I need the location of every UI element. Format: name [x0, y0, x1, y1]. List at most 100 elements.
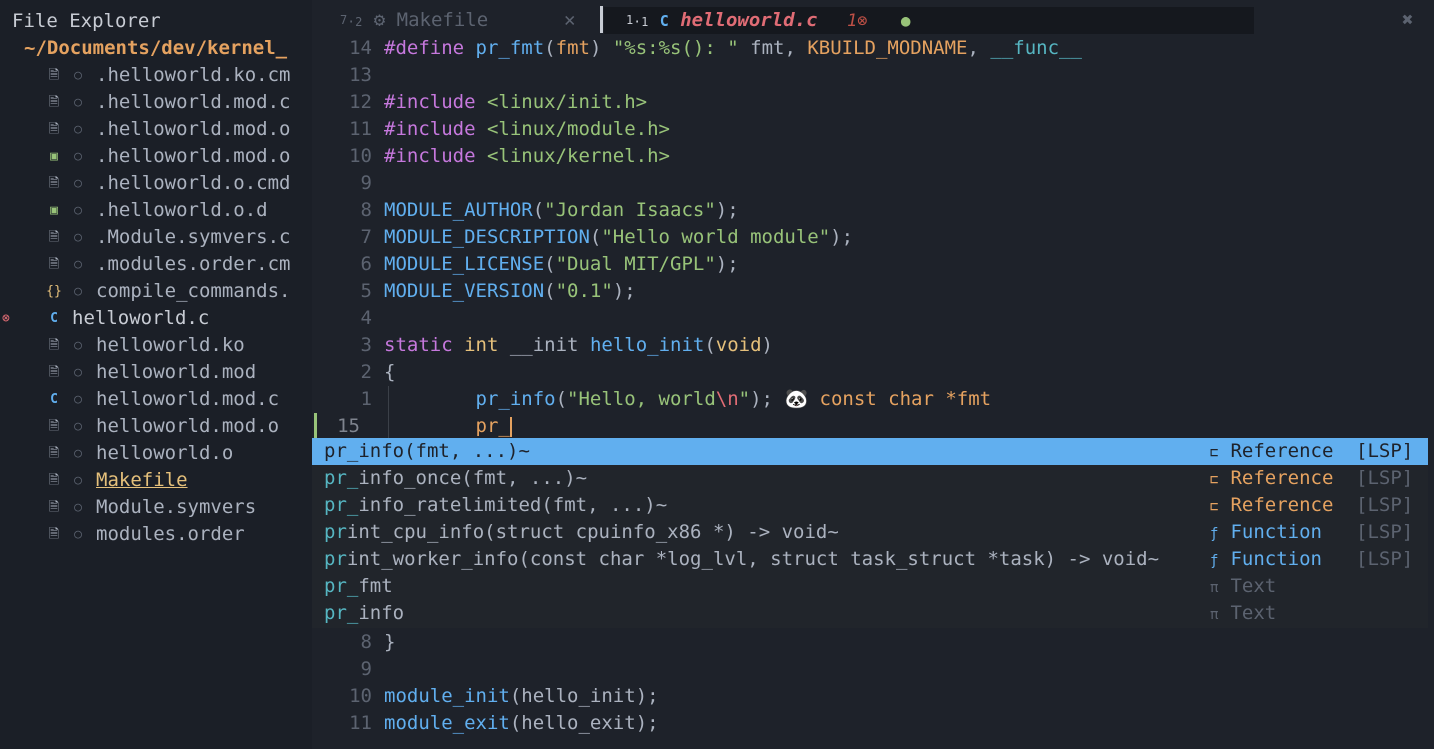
error-count-badge: 1⊗: [846, 11, 868, 31]
tab-makefile[interactable]: 7·2 ⚙ Makefile ✕: [340, 7, 610, 34]
c-file-icon: C: [659, 12, 669, 30]
sidebar-item-label: .Module.symvers.c: [96, 226, 291, 248]
sidebar-item-label: helloworld.mod.c: [96, 388, 280, 410]
completion-item[interactable]: pr_info(fmt, ...)~ ⊏ Reference [LSP]: [312, 438, 1428, 465]
sidebar-item-label: .modules.order.cm: [96, 253, 291, 275]
completion-rest: info_once(fmt, ...)~: [358, 467, 588, 489]
line-number: 11: [349, 712, 372, 734]
sidebar-root-folder[interactable]: ~/Documents/dev/kernel_: [24, 35, 287, 62]
completion-match: pr_: [324, 440, 359, 462]
line-number: 9: [360, 172, 372, 194]
completion-kind-label: Reference: [1230, 494, 1334, 516]
git-status-icon: ○: [74, 365, 82, 380]
git-status-icon: ○: [74, 95, 82, 110]
sidebar-item-label: helloworld.ko: [96, 334, 245, 356]
sidebar-item[interactable]: 🗎 ○ .helloworld.ko.cm: [0, 62, 312, 89]
sidebar-item[interactable]: 🗎 ○ .Module.symvers.c: [0, 224, 312, 251]
sidebar-item-label: Module.symvers: [96, 496, 257, 518]
tab-bar: 7·2 ⚙ Makefile ✕ 1·1 C helloworld.c 1⊗ ●…: [312, 0, 1434, 40]
file-icon: 🗎: [48, 473, 60, 488]
sidebar-item[interactable]: 🗎 ○ helloworld.o: [0, 440, 312, 467]
completion-item[interactable]: print_worker_info(const char *log_lvl, s…: [312, 546, 1428, 573]
sidebar-item[interactable]: ⊗ Chelloworld.c: [0, 305, 312, 332]
code-line: #include <linux/init.h>: [384, 91, 648, 113]
line-number: 14: [349, 37, 372, 59]
close-icon[interactable]: ✕: [564, 7, 575, 34]
function-kind-icon: ƒ: [1210, 553, 1219, 569]
file-explorer-sidebar: File Explorer ~/Documents/dev/kernel_ 🗎 ○…: [0, 0, 312, 749]
completion-label: print_cpu_info(struct cpuinfo_x86 *) -> …: [324, 519, 839, 546]
completion-kind: ƒ Function: [1210, 519, 1322, 548]
tab-helloworld-c[interactable]: 1·1 C helloworld.c 1⊗ ●: [604, 7, 1254, 34]
completion-item[interactable]: pr_info_ratelimited(fmt, ...)~ ⊏ Reference…: [312, 492, 1428, 519]
line-number: 15: [337, 415, 360, 437]
sidebar-item[interactable]: {} ○ compile_commands.: [0, 278, 312, 305]
completion-item[interactable]: pr_info π Text: [312, 600, 1428, 627]
sidebar-item[interactable]: 🗎 ○ .helloworld.o.cmd: [0, 170, 312, 197]
completion-rest: fmt: [358, 575, 393, 597]
text-kind-icon: π: [1210, 607, 1219, 623]
sidebar-item[interactable]: 🗎 ○ modules.order: [0, 521, 312, 548]
sidebar-item[interactable]: 🗎 ○ helloworld.ko: [0, 332, 312, 359]
code-editor[interactable]: 14 13 12 11 10 9 8 7 6 5 4 3 2 1 15 8 9 10 11 #define pr_f…: [312, 35, 1434, 749]
code-line: #include <linux/module.h>: [384, 118, 670, 140]
completion-kind: ⊏ Reference: [1210, 492, 1333, 521]
file-icon: 🗎: [48, 95, 60, 110]
sidebar-item[interactable]: 🗎 ○ Makefile: [0, 467, 312, 494]
completion-item[interactable]: pr_fmt π Text: [312, 573, 1428, 600]
sidebar-item[interactable]: 🗎 ○ helloworld.mod.o: [0, 413, 312, 440]
completion-source: [LSP]: [1356, 440, 1414, 462]
line-number: 8: [360, 631, 372, 653]
sidebar-item[interactable]: ▣ ○ .helloworld.mod.o: [0, 143, 312, 170]
code-line: #include <linux/kernel.h>: [384, 145, 670, 167]
completion-item[interactable]: pr_info_once(fmt, ...)~ ⊏ Reference [LSP]: [312, 465, 1428, 492]
sidebar-item[interactable]: 🗎 ○ .modules.order.cm: [0, 251, 312, 278]
completion-label: pr_info: [324, 600, 404, 627]
sidebar-item[interactable]: 🗎 ○ .helloworld.mod.c: [0, 89, 312, 116]
completion-kind-label: Function: [1230, 521, 1322, 543]
sidebar-item-label: .helloworld.o.d: [96, 199, 268, 221]
inlay-hint: 🐼 const char *fmt: [784, 388, 992, 410]
code-line: {: [384, 361, 396, 383]
sidebar-item-label: .helloworld.ko.cm: [96, 64, 291, 86]
terminal-icon: ▣: [50, 203, 58, 218]
code-line-current: pr_: [475, 415, 512, 437]
sidebar-item[interactable]: 🗎 ○ helloworld.mod: [0, 359, 312, 386]
code-line: MODULE_VERSION("0.1");: [384, 280, 636, 302]
git-status-icon: ○: [74, 122, 82, 137]
code-line: pr_info("Hello, world\n"); 🐼 const char …: [475, 388, 992, 410]
sidebar-item-label: compile_commands.: [96, 280, 291, 302]
completion-kind-label: Text: [1230, 602, 1277, 624]
error-icon: ⊗: [2, 311, 10, 326]
sidebar-item-label: modules.order: [96, 523, 245, 545]
reference-kind-icon: ⊏: [1210, 499, 1219, 515]
completion-rest: int_cpu_info(struct cpuinfo_x86 *) -> vo…: [346, 521, 839, 543]
completion-match: pr_: [324, 494, 359, 516]
completion-match: pr_: [324, 467, 359, 489]
completion-match: pr_: [324, 602, 359, 624]
sidebar-item[interactable]: 🗎 ○ Module.symvers: [0, 494, 312, 521]
git-status-icon: ○: [74, 203, 82, 218]
completion-source: [LSP]: [1356, 467, 1414, 489]
close-all-icon[interactable]: ✖: [1402, 7, 1413, 34]
sidebar-item[interactable]: C ○ helloworld.mod.c: [0, 386, 312, 413]
reference-kind-icon: ⊏: [1210, 445, 1219, 461]
file-icon: 🗎: [48, 257, 60, 272]
text-cursor: [509, 416, 512, 437]
completion-kind: ⊏ Reference: [1210, 465, 1333, 494]
git-status-icon: ○: [74, 419, 82, 434]
line-number: 3: [360, 334, 372, 356]
completion-item[interactable]: print_cpu_info(struct cpuinfo_x86 *) -> …: [312, 519, 1428, 546]
sidebar-item[interactable]: 🗎 ○ .helloworld.mod.o: [0, 116, 312, 143]
code-line: MODULE_DESCRIPTION("Hello world module")…: [384, 226, 854, 248]
tab-label: helloworld.c: [680, 9, 818, 31]
completion-label: pr_info_ratelimited(fmt, ...)~: [324, 492, 667, 519]
git-status-icon: ○: [74, 284, 82, 299]
file-icon: 🗎: [48, 365, 60, 380]
git-status-icon: ○: [74, 149, 82, 164]
file-icon: 🗎: [48, 419, 60, 434]
line-number: 1: [360, 388, 372, 410]
file-icon: 🗎: [48, 122, 60, 137]
file-icon: 🗎: [48, 446, 60, 461]
sidebar-item[interactable]: ▣ ○ .helloworld.o.d: [0, 197, 312, 224]
